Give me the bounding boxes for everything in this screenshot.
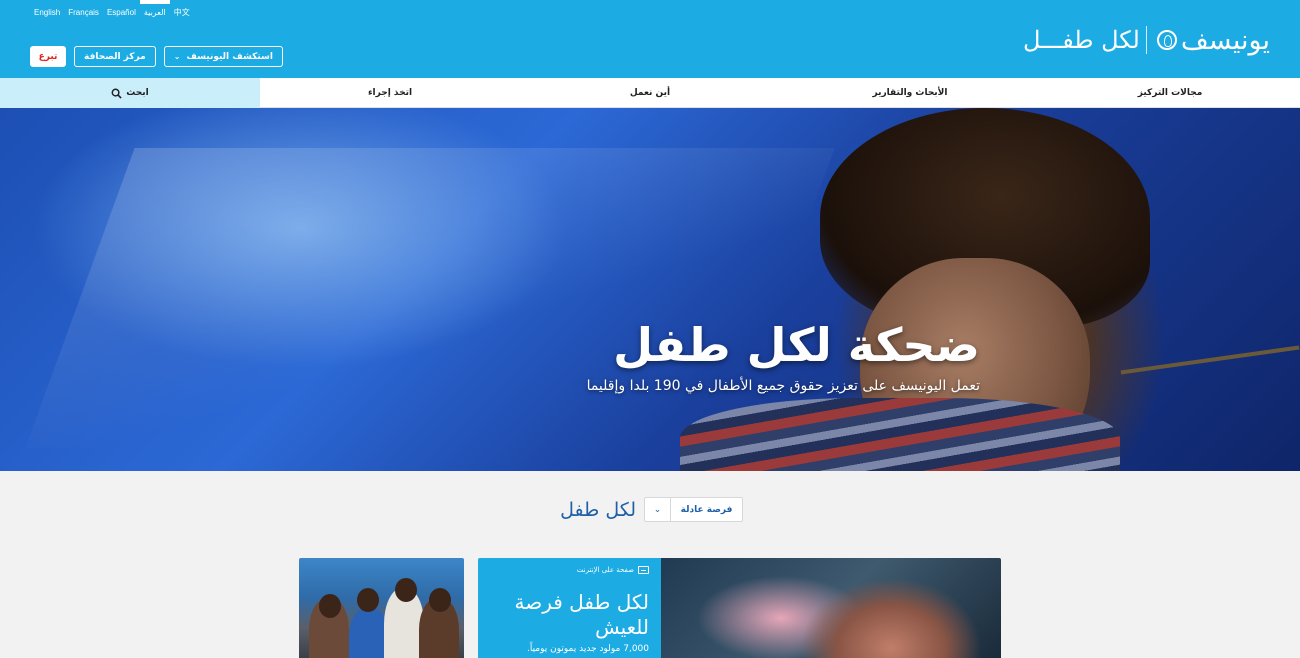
filter-heading: لكل طفل bbox=[560, 499, 636, 521]
explore-label: استكشف اليونيسف bbox=[186, 51, 273, 62]
logo-org-name: يونيسف bbox=[1180, 24, 1270, 56]
search-icon bbox=[111, 88, 122, 99]
unicef-logo[interactable]: يونيسف لكل طفـــل bbox=[1023, 20, 1270, 60]
feature-card-photo bbox=[661, 558, 1001, 658]
hero-title: ضحكة لكل طفل bbox=[613, 318, 980, 372]
for-every-child-filter: ⌄ فرصة عادلة لكل طفل bbox=[0, 496, 1300, 524]
lang-english[interactable]: English bbox=[30, 0, 64, 26]
card-photo-figure bbox=[395, 578, 417, 602]
topic-select-value: فرصة عادلة bbox=[680, 504, 733, 515]
unicef-emblem-icon bbox=[1156, 30, 1177, 50]
hero-photo-sweater bbox=[680, 398, 1120, 471]
donate-button[interactable]: تبرع bbox=[30, 46, 66, 67]
card-photo-figure bbox=[357, 588, 379, 612]
lang-arabic[interactable]: العربية bbox=[139, 0, 170, 26]
feature-card-panel: صفحة على الإنترنت لكل طفل فرصة للعيش 7,0… bbox=[478, 558, 661, 658]
topic-select[interactable]: ⌄ فرصة عادلة bbox=[644, 497, 743, 522]
language-switcher: English Français Español العربية 中文 bbox=[30, 0, 194, 26]
nav-focus-areas[interactable]: مجالات التركيز bbox=[1040, 78, 1300, 108]
nav-research-reports[interactable]: الأبحاث والتقارير bbox=[780, 78, 1040, 108]
lang-spanish[interactable]: Español bbox=[103, 0, 140, 26]
press-center-button[interactable]: مركز الصحافة bbox=[74, 46, 156, 67]
feature-card-description: 7,000 مولود جديد يموتون يومياً. bbox=[526, 644, 649, 654]
search-button[interactable]: ابحث bbox=[0, 78, 260, 108]
lang-french[interactable]: Français bbox=[64, 0, 103, 26]
chevron-down-icon: ⌄ bbox=[173, 52, 181, 61]
story-card-students[interactable] bbox=[299, 558, 464, 658]
hero-banner: ضحكة لكل طفل تعمل اليونيسف على تعزيز حقو… bbox=[0, 108, 1300, 471]
lang-chinese[interactable]: 中文 bbox=[170, 0, 194, 26]
chevron-down-icon: ⌄ bbox=[645, 498, 671, 521]
card-photo-figure bbox=[319, 594, 341, 618]
feature-card-tag: صفحة على الإنترنت bbox=[577, 566, 649, 574]
nav-items: اتخذ إجراء أين نعمل الأبحاث والتقارير مج… bbox=[260, 78, 1300, 107]
search-label: ابحث bbox=[126, 88, 149, 98]
hero-background bbox=[25, 148, 835, 448]
nav-where-we-work[interactable]: أين نعمل bbox=[520, 78, 780, 108]
header-actions: تبرع مركز الصحافة ⌄ استكشف اليونيسف bbox=[30, 46, 283, 67]
card-photo-figure bbox=[349, 608, 389, 658]
webpage-icon bbox=[638, 566, 649, 574]
feature-card-tag-label: صفحة على الإنترنت bbox=[576, 566, 634, 574]
nav-take-action[interactable]: اتخذ إجراء bbox=[260, 78, 520, 108]
card-photo-figure bbox=[429, 588, 451, 612]
site-header: English Français Español العربية 中文 تبرع… bbox=[0, 0, 1300, 78]
explore-unicef-dropdown[interactable]: ⌄ استكشف اليونيسف bbox=[163, 46, 283, 67]
hero-photo-rope bbox=[1120, 345, 1300, 375]
logo-divider bbox=[1145, 26, 1147, 54]
feature-card-title[interactable]: لكل طفل فرصة للعيش bbox=[489, 590, 649, 640]
logo-tagline: لكل طفـــل bbox=[1022, 26, 1140, 54]
hero-subtitle: تعمل اليونيسف على تعزيز حقوق جميع الأطفا… bbox=[586, 378, 980, 394]
feature-card[interactable]: صفحة على الإنترنت لكل طفل فرصة للعيش 7,0… bbox=[478, 558, 1001, 658]
main-nav: ابحث اتخذ إجراء أين نعمل الأبحاث والتقار… bbox=[0, 78, 1300, 108]
